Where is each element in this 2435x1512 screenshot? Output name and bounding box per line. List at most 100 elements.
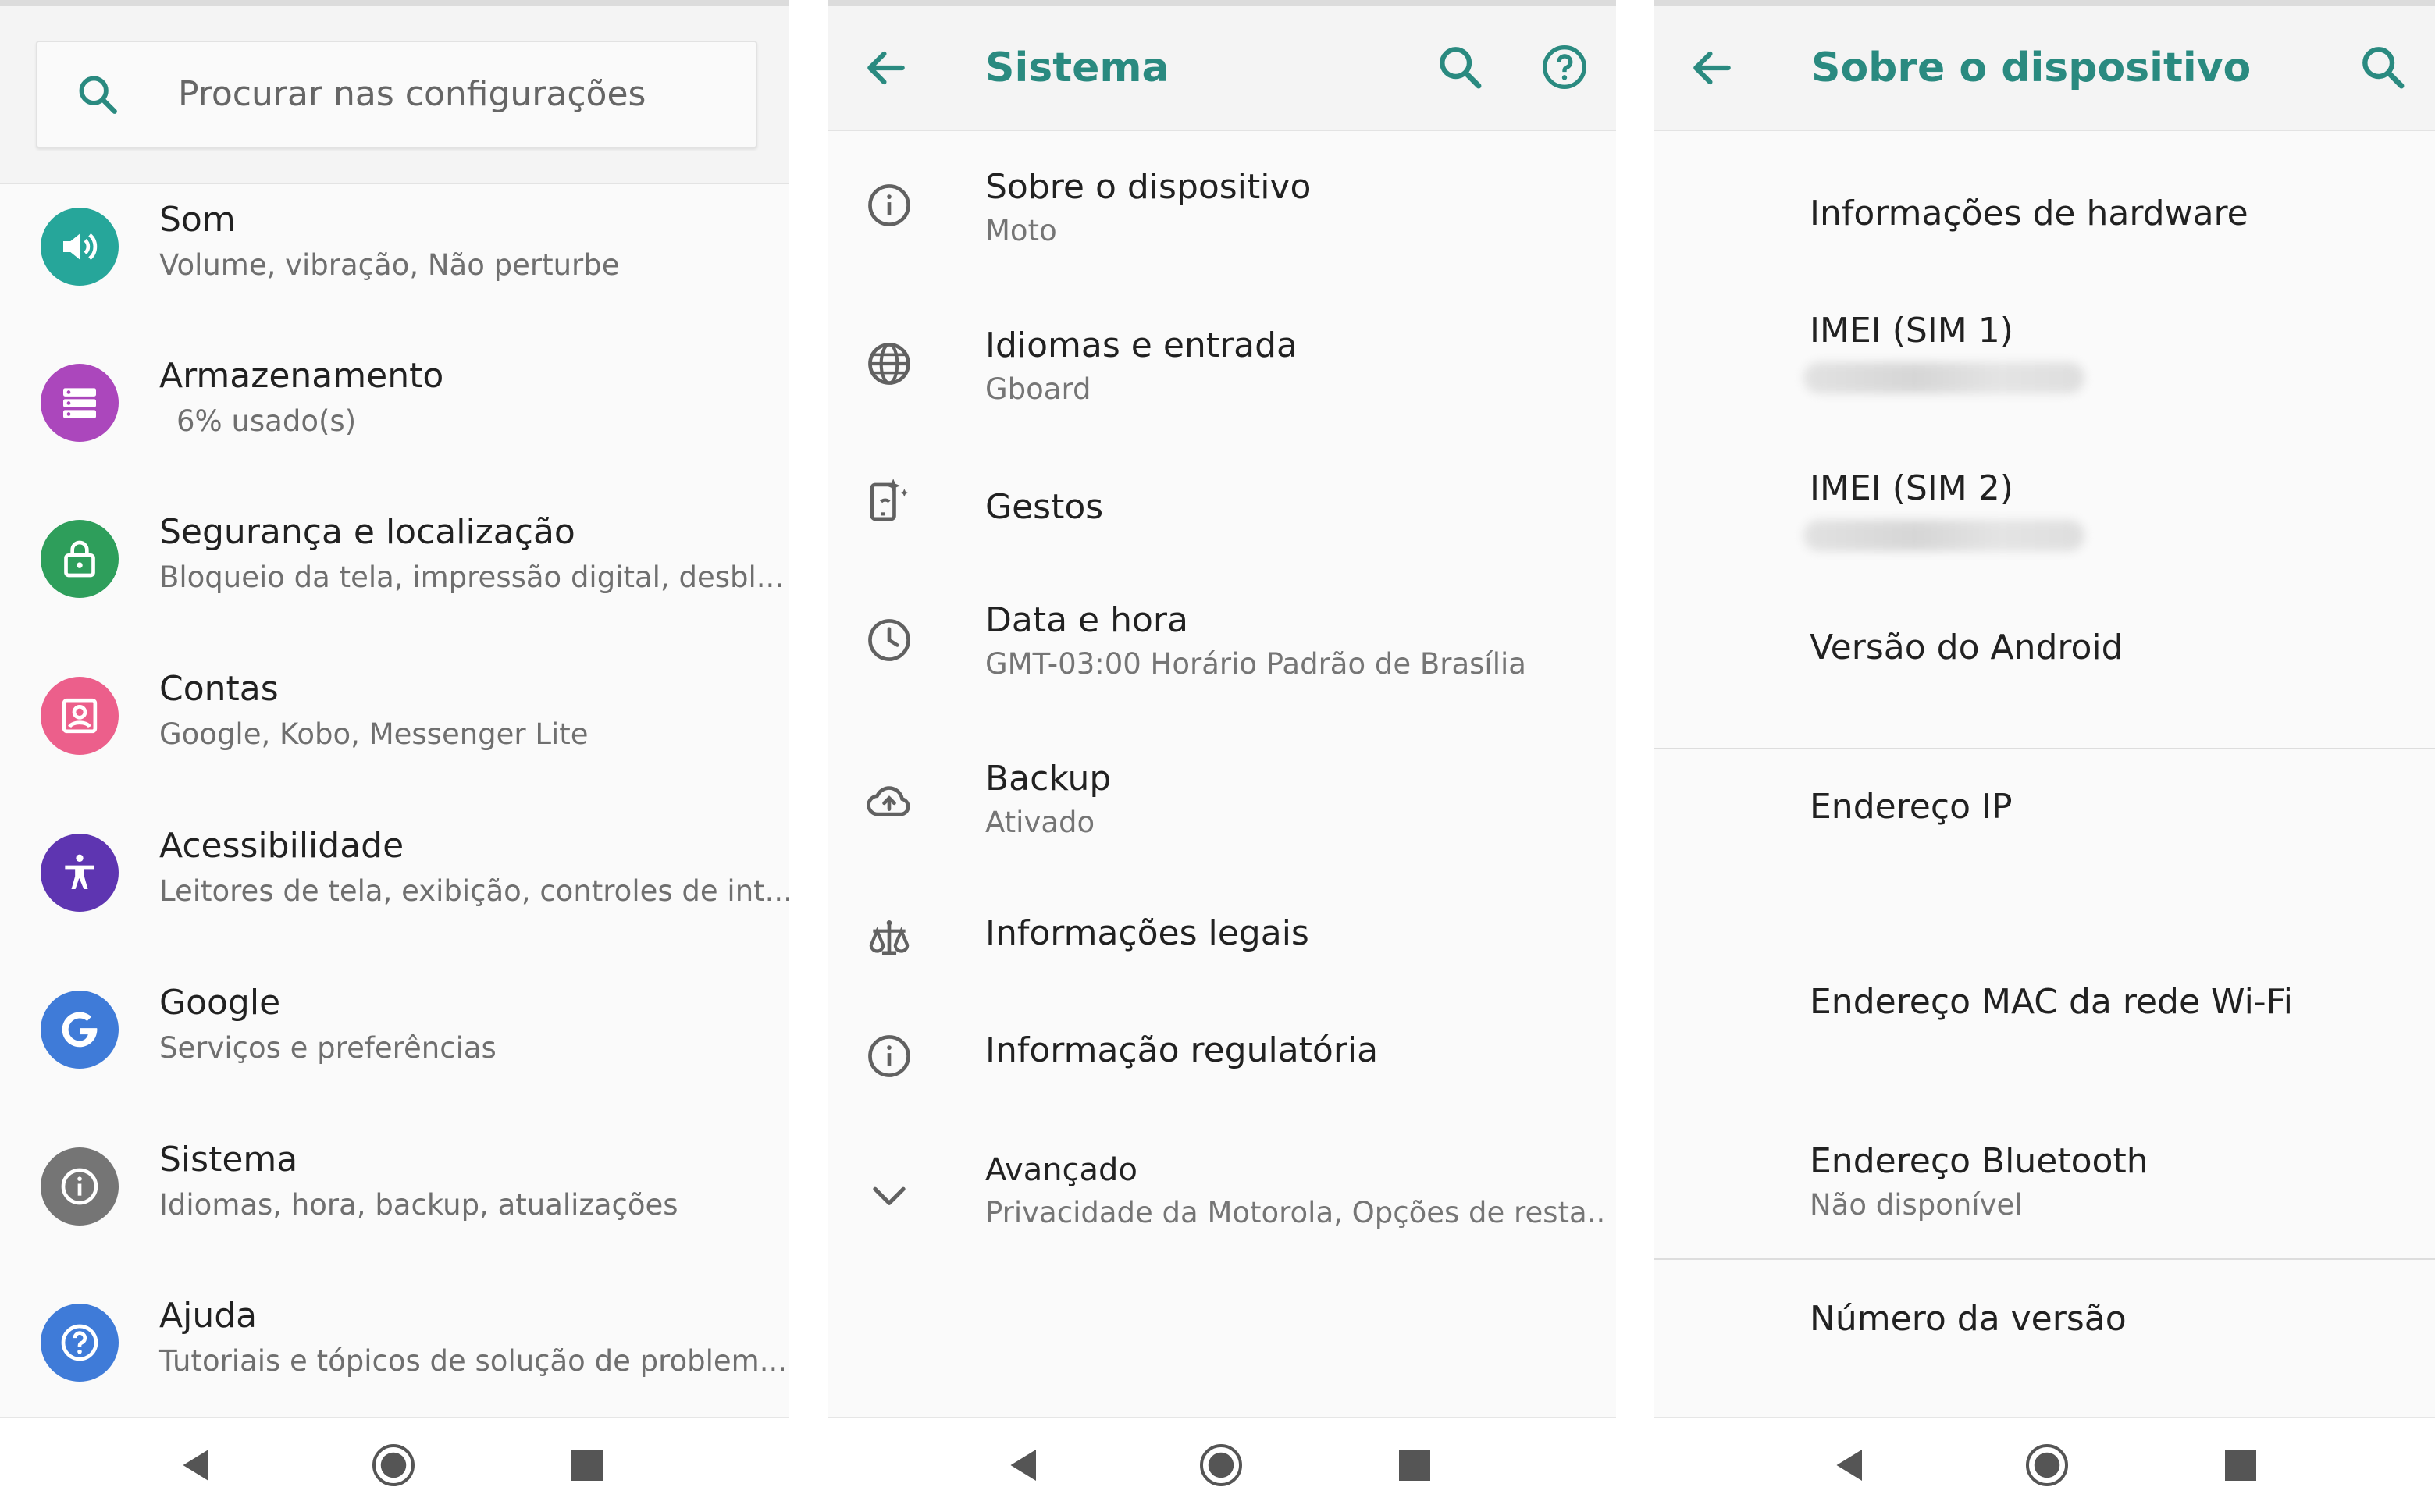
page-title: Sobre o dispositivo xyxy=(1811,44,2252,91)
home-nav-icon[interactable] xyxy=(370,1442,417,1489)
back-arrow-icon[interactable] xyxy=(1688,44,1736,92)
item-title: Informações legais xyxy=(985,913,1309,953)
item-title: Número da versão xyxy=(1810,1299,2127,1339)
item-title: Google xyxy=(159,983,281,1023)
about-item-imei-sim1[interactable]: IMEI (SIM 1) xyxy=(1803,311,2435,404)
item-title: Informações de hardware xyxy=(1810,194,2248,233)
search-icon xyxy=(79,76,117,114)
back-nav-icon[interactable] xyxy=(1827,1442,1874,1489)
item-subtitle: GMT-03:00 Horário Padrão de Brasília xyxy=(985,647,1526,681)
back-nav-icon[interactable] xyxy=(1001,1442,1048,1489)
system-item-data-hora[interactable]: Data e hora GMT-03:00 Horário Padrão de … xyxy=(828,567,1616,724)
info-icon xyxy=(868,1035,910,1077)
item-subtitle: Google, Kobo, Messenger Lite xyxy=(159,717,589,751)
recents-nav-icon[interactable] xyxy=(564,1442,611,1489)
item-title: Contas xyxy=(159,669,279,709)
item-subtitle: Privacidade da Motorola, Opções de resta… xyxy=(985,1196,1606,1229)
system-panel: Sistema Sobre o dispositivo Moto Idiomas… xyxy=(828,0,1616,1512)
item-title: Gestos xyxy=(985,487,1104,527)
item-subtitle: Volume, vibração, Não perturbe xyxy=(159,248,620,282)
item-title: Armazenamento xyxy=(159,356,444,396)
back-arrow-icon[interactable] xyxy=(862,44,910,92)
item-title: Endereço MAC da rede Wi-Fi xyxy=(1810,982,2294,1022)
blurred-imei-value xyxy=(1803,362,2084,393)
chevron-down-icon xyxy=(873,1186,906,1205)
settings-item-armazenamento[interactable]: Armazenamento 6% usado(s) xyxy=(0,326,789,482)
info-icon xyxy=(41,1147,119,1226)
lock-icon xyxy=(41,520,119,598)
about-item-hardware[interactable]: Informações de hardware xyxy=(1810,194,2435,240)
globe-icon xyxy=(868,343,910,385)
settings-item-seguranca[interactable]: Segurança e localização Bloqueio da tela… xyxy=(0,482,789,639)
storage-icon xyxy=(41,364,119,442)
item-title: Informação regulatória xyxy=(985,1030,1379,1070)
system-item-backup[interactable]: Backup Ativado xyxy=(828,726,1616,882)
about-item-build-number[interactable]: Número da versão xyxy=(1810,1299,2435,1346)
settings-search-box[interactable]: Procurar nas configurações xyxy=(36,41,757,148)
item-title: Sobre o dispositivo xyxy=(985,167,1312,207)
settings-item-sistema[interactable]: Sistema Idiomas, hora, backup, atualizaç… xyxy=(0,1110,789,1266)
item-title: Endereço IP xyxy=(1810,787,2013,827)
recents-nav-icon[interactable] xyxy=(1391,1442,1438,1489)
recents-nav-icon[interactable] xyxy=(2217,1442,2264,1489)
app-bar: Sobre o dispositivo xyxy=(1654,6,2435,131)
section-divider xyxy=(1654,748,2435,749)
item-subtitle: Idiomas, hora, backup, atualizações xyxy=(159,1188,678,1222)
settings-item-contas[interactable]: Contas Google, Kobo, Messenger Lite xyxy=(0,639,789,795)
item-title: Acessibilidade xyxy=(159,826,404,866)
system-item-sobre[interactable]: Sobre o dispositivo Moto xyxy=(828,131,1616,287)
item-title: IMEI (SIM 1) xyxy=(1810,311,2013,350)
search-icon[interactable] xyxy=(2358,42,2408,92)
about-item-android-version[interactable]: Versão do Android xyxy=(1810,628,2435,674)
item-title: Ajuda xyxy=(159,1296,258,1336)
settings-item-acessibilidade[interactable]: Acessibilidade Leitores de tela, exibiçã… xyxy=(0,796,789,952)
item-subtitle: Bloqueio da tela, impressão digital, des… xyxy=(159,560,785,594)
item-title: Sistema xyxy=(159,1140,298,1179)
item-subtitle: Gboard xyxy=(985,372,1091,406)
home-nav-icon[interactable] xyxy=(1198,1442,1244,1489)
search-area: Procurar nas configurações xyxy=(0,6,789,184)
accessibility-icon xyxy=(41,834,119,912)
status-strip xyxy=(0,0,789,6)
item-title: Backup xyxy=(985,759,1112,799)
navigation-bar xyxy=(828,1417,1616,1512)
settings-item-google[interactable]: Google Serviços e preferências xyxy=(0,953,789,1109)
item-subtitle: Ativado xyxy=(985,806,1095,839)
account-icon xyxy=(41,677,119,755)
item-subtitle: Serviços e preferências xyxy=(159,1031,497,1065)
speaker-icon xyxy=(41,208,119,286)
back-nav-icon[interactable] xyxy=(173,1442,220,1489)
item-subtitle: Não disponível xyxy=(1810,1188,2023,1222)
blurred-imei-value xyxy=(1803,520,2084,551)
search-icon[interactable] xyxy=(1435,42,1485,92)
info-icon xyxy=(868,184,910,226)
item-title: Versão do Android xyxy=(1810,628,2124,667)
settings-item-som[interactable]: Som Volume, vibração, Não perturbe xyxy=(0,170,789,326)
about-item-wifi-mac[interactable]: Endereço MAC da rede Wi-Fi xyxy=(1810,982,2435,1029)
system-item-idiomas[interactable]: Idiomas e entrada Gboard xyxy=(828,290,1616,446)
item-title: Data e hora xyxy=(985,600,1188,640)
item-title: Idiomas e entrada xyxy=(985,326,1298,365)
gesture-phone-icon xyxy=(870,479,909,521)
item-title: Segurança e localização xyxy=(159,512,575,552)
item-subtitle: Leitores de tela, exibição, controles de… xyxy=(159,874,789,908)
settings-item-ajuda[interactable]: Ajuda Tutoriais e tópicos de solução de … xyxy=(0,1266,789,1422)
status-strip xyxy=(1654,0,2435,6)
help-icon[interactable] xyxy=(1540,42,1590,92)
about-item-imei-sim2[interactable]: IMEI (SIM 2) xyxy=(1803,468,2435,562)
app-bar: Sistema xyxy=(828,6,1616,131)
scales-icon xyxy=(869,920,910,955)
cloud-upload-icon xyxy=(867,786,910,816)
about-item-bluetooth[interactable]: Endereço Bluetooth Não disponível xyxy=(1810,1141,2435,1227)
system-item-avancado[interactable]: Avançado Privacidade da Motorola, Opções… xyxy=(828,1124,1616,1280)
about-device-panel: Sobre o dispositivo Informações de hardw… xyxy=(1654,0,2435,1512)
about-item-ip[interactable]: Endereço IP xyxy=(1810,787,2435,834)
item-title: Avançado xyxy=(985,1152,1137,1188)
page-title: Sistema xyxy=(985,44,1169,91)
item-title: Som xyxy=(159,200,236,240)
navigation-bar xyxy=(1654,1417,2435,1512)
home-nav-icon[interactable] xyxy=(2024,1442,2070,1489)
item-subtitle: 6% usado(s) xyxy=(176,404,357,438)
item-title: Endereço Bluetooth xyxy=(1810,1141,2148,1181)
navigation-bar xyxy=(0,1417,789,1512)
